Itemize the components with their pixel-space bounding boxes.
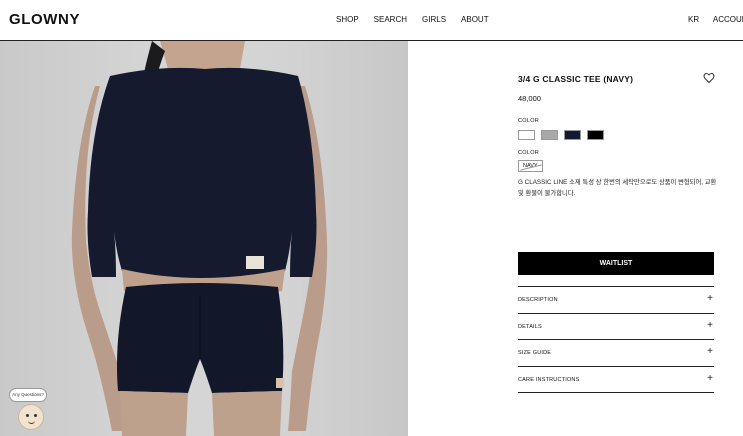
account-link[interactable]: ACCOUNT [713, 15, 743, 24]
accordion-label: SIZE GUIDE [518, 350, 552, 357]
product-image [0, 41, 408, 436]
nav-search[interactable]: SEARCH [374, 15, 407, 24]
chat-mascot-icon[interactable] [18, 404, 44, 430]
plus-icon: + [707, 346, 713, 358]
nav-shop[interactable]: SHOP [336, 15, 359, 24]
product-price: 48,000 [518, 94, 541, 103]
waitlist-button[interactable]: WAITLIST [518, 252, 714, 275]
swatch-black[interactable] [587, 130, 604, 140]
plus-icon: + [707, 372, 713, 384]
accordion-description[interactable]: DESCRIPTION + [518, 287, 714, 314]
accordion-details[interactable]: DETAILS + [518, 314, 714, 341]
product-accordion: DESCRIPTION + DETAILS + SIZE GUIDE + CAR… [518, 286, 714, 394]
chat-bubble[interactable]: Any Questions? [9, 388, 47, 402]
swatch-gray[interactable] [541, 130, 558, 140]
nav-about[interactable]: ABOUT [461, 15, 489, 24]
plus-icon: + [707, 319, 713, 331]
accordion-label: DETAILS [518, 323, 542, 330]
wishlist-heart-icon[interactable] [703, 72, 715, 84]
accordion-label: CARE INSTRUCTIONS [518, 376, 580, 383]
utility-nav: KR ACCOUNT [688, 15, 743, 24]
accordion-label: DESCRIPTION [518, 297, 558, 303]
swatch-navy[interactable] [564, 130, 581, 140]
product-photo-illustration [71, 41, 328, 436]
nav-girls[interactable]: GIRLS [422, 15, 446, 24]
color-swatches [518, 130, 610, 140]
accordion-care-instructions[interactable]: CARE INSTRUCTIONS + [518, 367, 714, 394]
language-link[interactable]: KR [688, 15, 699, 24]
plus-icon: + [707, 293, 713, 304]
site-header: GLOWNY SHOP SEARCH GIRLS ABOUT KR ACCOUN… [0, 0, 743, 41]
product-notice: G CLASSIC LINE 소재 특성 상 한번의 세탁만으로도 상품이 변형… [518, 179, 717, 197]
swatch-white[interactable] [518, 130, 535, 140]
site-logo[interactable]: GLOWNY [9, 11, 80, 28]
product-title: 3/4 G CLASSIC TEE (NAVY) [518, 74, 634, 84]
accordion-size-guide[interactable]: SIZE GUIDE + [518, 340, 714, 367]
color-label: COLOR [518, 118, 540, 124]
main-nav: SHOP SEARCH GIRLS ABOUT [336, 15, 504, 24]
selected-color-label: COLOR [518, 150, 540, 156]
selected-color-option[interactable]: NAVY [518, 160, 543, 172]
